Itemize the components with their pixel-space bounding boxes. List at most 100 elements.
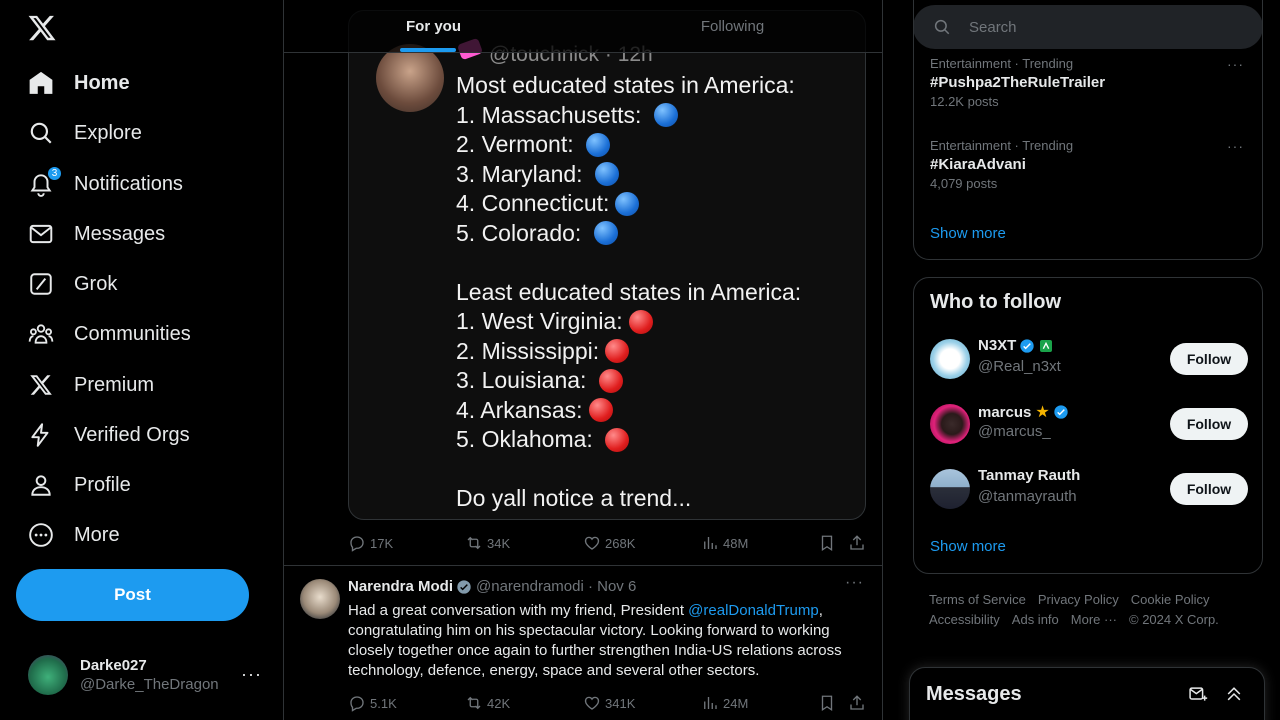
share-icon[interactable] xyxy=(848,534,866,552)
avatar[interactable] xyxy=(300,579,340,619)
account-switcher[interactable]: Darke027 @Darke_TheDragon ··· xyxy=(16,646,274,704)
more-horizontal-icon[interactable]: ··· xyxy=(845,574,864,592)
nav-item-home[interactable]: Home xyxy=(16,61,142,105)
footer-link[interactable]: More ··· xyxy=(1071,612,1117,627)
mention-link[interactable]: @realDonaldTrump xyxy=(688,602,819,619)
blue-circle-icon xyxy=(586,132,611,157)
media-line-text xyxy=(456,455,462,485)
verified-badge-icon xyxy=(1020,338,1035,353)
footer-link[interactable]: Terms of Service xyxy=(929,592,1026,607)
tweet-author-name[interactable]: Narendra Modi xyxy=(348,578,453,595)
new-message-icon[interactable] xyxy=(1188,684,1208,704)
lightning-icon xyxy=(28,422,54,448)
media-line-text: 5. Oklahoma: xyxy=(456,426,600,452)
media-text-line: 2. Mississippi: xyxy=(456,337,801,367)
tab-following[interactable]: Following xyxy=(583,0,882,52)
nav-label-premium: Premium xyxy=(74,373,155,396)
tweet-text-part: Had a great conversation with my friend,… xyxy=(348,602,689,619)
who-to-follow-show-more-link[interactable]: Show more xyxy=(930,538,1006,555)
trends-show-more-link[interactable]: Show more xyxy=(930,225,1006,242)
follow-suggestion[interactable]: N3XT @Real_n3xt Follow xyxy=(930,337,1248,381)
media-line-text: 5. Colorado: xyxy=(456,219,588,246)
repost-count: 42K xyxy=(487,695,511,711)
footer-links: Terms of Service Privacy Policy Cookie Pol… xyxy=(929,590,1249,630)
red-circle-icon xyxy=(628,309,653,334)
nav-item-notifications[interactable]: 3 Notifications xyxy=(16,162,195,206)
red-circle-icon xyxy=(588,398,613,423)
heart-icon xyxy=(584,696,600,710)
follow-suggestion[interactable]: marcus ★ @marcus_ Follow xyxy=(930,402,1248,446)
footer-link[interactable]: Ads info xyxy=(1012,612,1059,627)
views-button[interactable]: 48M xyxy=(701,534,748,552)
tweet-media-image[interactable]: @touchnick · 12h Most educated states in… xyxy=(348,10,866,520)
trend-item[interactable]: Entertainment · Trending #KiaraAdvani 4,… xyxy=(930,138,1073,191)
follow-suggestion[interactable]: Tanmay Rauth @tanmayrauth Follow xyxy=(930,467,1248,511)
suggestion-handle: @tanmayrauth xyxy=(978,488,1077,505)
x-logo-icon[interactable] xyxy=(27,13,57,43)
trend-item[interactable]: Entertainment · Trending #Pushpa2TheRule… xyxy=(930,56,1105,109)
reply-button[interactable]: 5.1K xyxy=(348,694,397,712)
footer-link[interactable]: Privacy Policy xyxy=(1038,592,1119,607)
copyright: © 2024 X Corp. xyxy=(1129,612,1219,627)
more-horizontal-icon[interactable]: ··· xyxy=(1227,56,1244,72)
more-horizontal-icon[interactable]: ··· xyxy=(1227,138,1244,154)
nav-label-verified-orgs: Verified Orgs xyxy=(74,423,190,446)
nav-label-more: More xyxy=(74,523,120,546)
like-button[interactable]: 268K xyxy=(583,534,635,552)
nav-item-more[interactable]: More xyxy=(16,513,132,557)
views-button[interactable]: 24M xyxy=(701,694,748,712)
nav-item-grok[interactable]: Grok xyxy=(16,262,129,306)
tweet-actions: 17K 34K 268K 48M xyxy=(348,532,866,554)
envelope-icon xyxy=(28,221,54,247)
repost-button[interactable]: 34K xyxy=(465,534,510,552)
bookmark-icon[interactable] xyxy=(818,534,836,552)
bell-icon: 3 xyxy=(28,166,62,197)
nav-item-verified-orgs[interactable]: Verified Orgs xyxy=(16,413,202,457)
like-count: 341K xyxy=(605,695,636,711)
footer-link[interactable]: Accessibility xyxy=(929,612,1000,627)
media-text-line xyxy=(456,455,801,485)
double-chevron-up-icon[interactable] xyxy=(1224,684,1244,704)
nav-item-messages[interactable]: Messages xyxy=(16,212,177,256)
feed-tabs: For you Following xyxy=(284,0,882,53)
star-icon: ★ xyxy=(1035,404,1050,421)
share-icon[interactable] xyxy=(848,694,866,712)
blue-circle-icon xyxy=(593,221,618,246)
tweet-author-handle[interactable]: @narendramodi · Nov 6 xyxy=(476,578,636,595)
footer-link[interactable]: Cookie Policy xyxy=(1131,592,1210,607)
nav-item-premium[interactable]: Premium xyxy=(16,363,166,407)
reply-button[interactable]: 17K xyxy=(348,534,393,552)
bar-chart-icon xyxy=(704,537,717,549)
x-logo-icon xyxy=(28,372,54,398)
more-horizontal-icon[interactable]: ··· xyxy=(241,664,262,685)
messages-drawer[interactable]: Messages xyxy=(909,667,1265,720)
people-icon xyxy=(28,321,54,347)
reply-count: 5.1K xyxy=(370,695,397,711)
follow-button[interactable]: Follow xyxy=(1170,408,1248,440)
post-button[interactable]: Post xyxy=(16,569,249,621)
reply-icon xyxy=(350,696,364,712)
repost-count: 34K xyxy=(487,535,511,551)
nav-item-explore[interactable]: Explore xyxy=(16,111,154,155)
suggestion-handle: @marcus_ xyxy=(978,423,1051,440)
nav-item-profile[interactable]: Profile xyxy=(16,463,143,507)
tweet-card[interactable]: Narendra Modi @narendramodi · Nov 6 ··· … xyxy=(284,565,882,720)
like-button[interactable]: 341K xyxy=(583,694,635,712)
media-text-line: 1. West Virginia: xyxy=(456,307,801,337)
media-line-text: 1. Massachusetts: xyxy=(456,101,648,128)
avatar xyxy=(28,655,68,695)
nav-label-communities: Communities xyxy=(74,322,191,345)
nav-item-communities[interactable]: Communities xyxy=(16,312,203,356)
bookmark-icon[interactable] xyxy=(818,694,836,712)
tab-for-you[interactable]: For you xyxy=(284,0,583,52)
repost-button[interactable]: 42K xyxy=(465,694,510,712)
media-text-line: 4. Connecticut: xyxy=(456,189,801,219)
notification-badge: 3 xyxy=(47,166,62,181)
follow-button[interactable]: Follow xyxy=(1170,343,1248,375)
nav-label-home: Home xyxy=(74,71,130,94)
nav-label-notifications: Notifications xyxy=(74,172,183,195)
blue-circle-icon xyxy=(615,191,640,216)
follow-button[interactable]: Follow xyxy=(1170,473,1248,505)
messages-drawer-actions xyxy=(1188,684,1244,704)
right-sidebar: Search Entertainment · Trending #Pushpa2… xyxy=(909,0,1265,720)
